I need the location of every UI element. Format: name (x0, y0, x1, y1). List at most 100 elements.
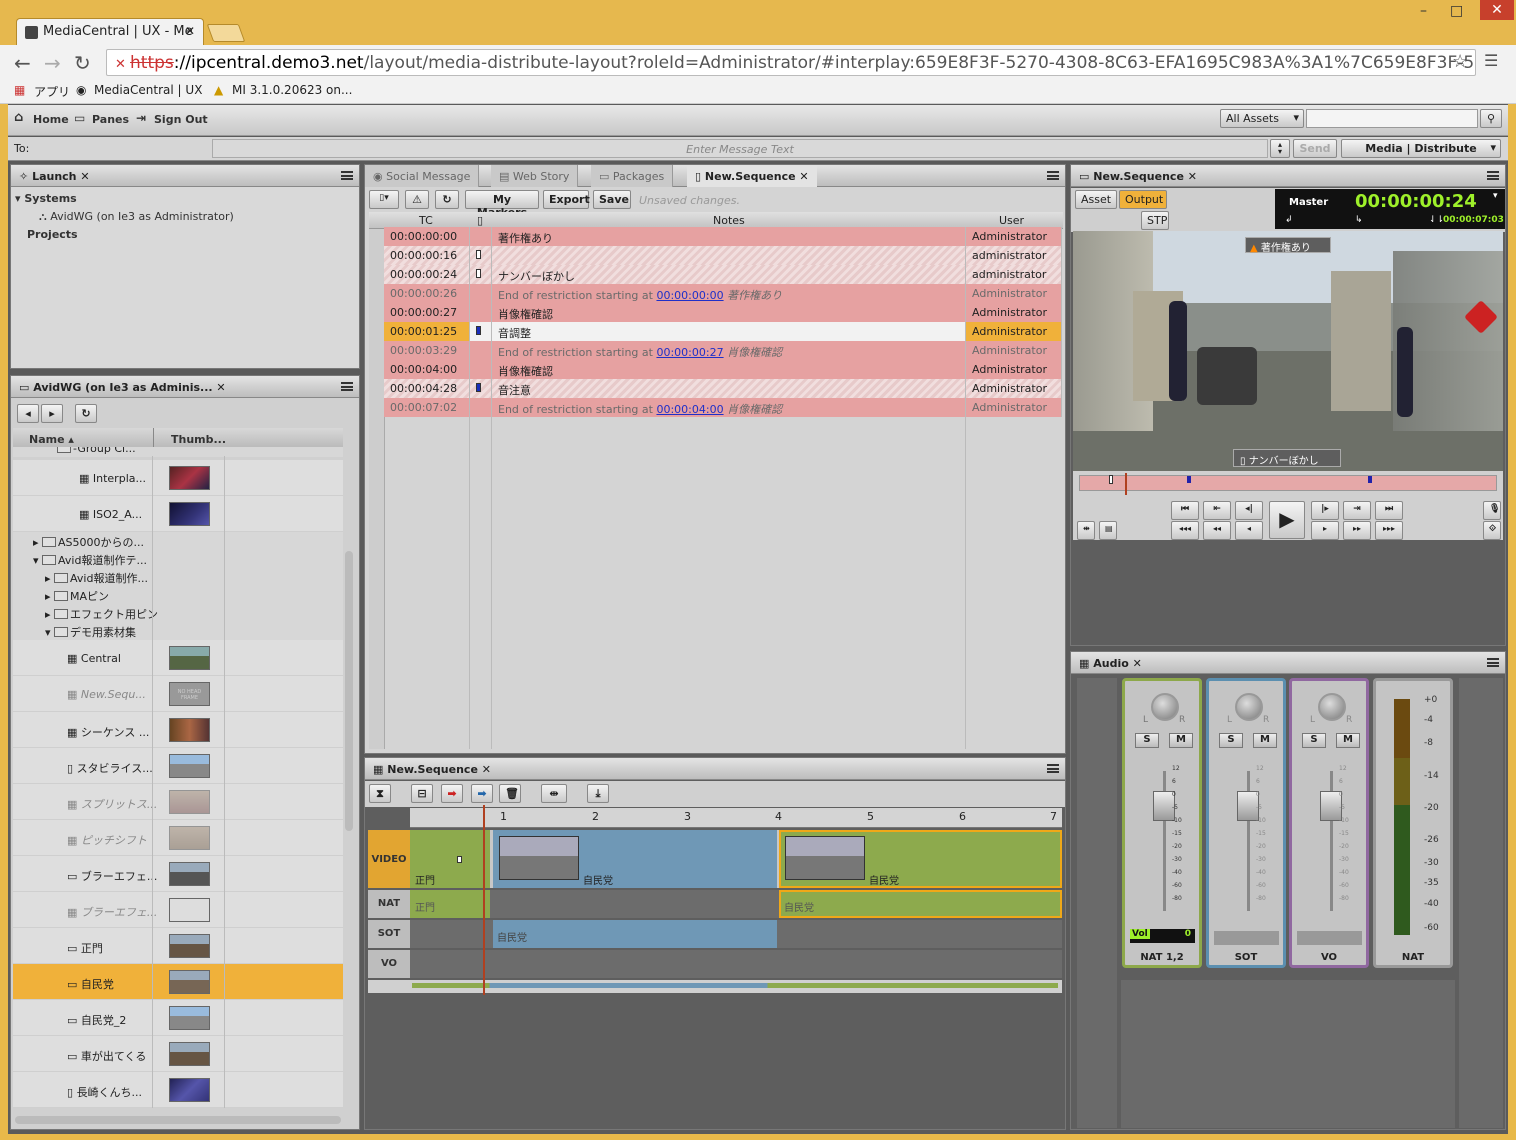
tab-audio[interactable]: ▦ Audio ✕ (1071, 652, 1150, 674)
minimize-icon[interactable]: – (1420, 3, 1427, 19)
pan-knob[interactable] (1235, 693, 1263, 721)
output-button[interactable]: Output (1119, 190, 1167, 209)
panel-menu-icon[interactable] (1047, 171, 1059, 180)
mark-in-out-icon[interactable]: ⊟ (411, 784, 433, 803)
message-stepper[interactable]: ▴ ▾ (1270, 139, 1290, 158)
marker-link[interactable]: 00:00:00:27 (656, 346, 723, 359)
marker-link[interactable]: 00:00:04:00 (656, 403, 723, 416)
systems-node[interactable]: ▾ Systems (15, 192, 77, 205)
list-item[interactable]: ▸ MAピン (13, 586, 343, 604)
track-label-sot[interactable]: SOT (368, 920, 410, 948)
track-label-vo[interactable]: VO (368, 950, 410, 978)
forward-slow-icon[interactable]: ▸ (1311, 521, 1339, 540)
fullscreen-icon[interactable]: ⟐ (1483, 521, 1501, 540)
sign-out-button[interactable]: Sign Out (154, 113, 208, 126)
rewind-slow-icon[interactable]: ◂ (1235, 521, 1263, 540)
tab-player[interactable]: ▭ New.Sequence ✕ (1071, 165, 1205, 187)
message-input[interactable]: Enter Message Text (212, 139, 1268, 158)
hold-icon[interactable]: ↻ (435, 190, 459, 209)
col-marker[interactable]: ▯ (477, 214, 483, 227)
bookmark-mi[interactable]: MI 3.1.0.20623 on... (232, 83, 352, 97)
list-item[interactable]: ▦ New.Sequ... NO HEAD FRAME (13, 676, 343, 712)
back-icon[interactable]: ◂ (17, 404, 39, 423)
marker-note[interactable]: 肖像権確認 (492, 303, 966, 322)
tab-bin[interactable]: ▭ AvidWG (on Ie3 as Adminis... ✕ (11, 376, 234, 398)
tab-timeline[interactable]: ▦ New.Sequence ✕ (365, 758, 499, 780)
marker-note[interactable]: ナンバーぼかし (492, 265, 966, 284)
table-row[interactable]: 00:00:01:25 音調整 Administrator (384, 322, 1062, 341)
table-row[interactable]: 00:00:00:00 著作権あり Administrator (384, 227, 1062, 246)
asset-button[interactable]: Asset (1075, 190, 1117, 209)
rewind-icon[interactable]: ◂◂ (1203, 521, 1231, 540)
microphone-icon[interactable]: 🎙 (1483, 501, 1501, 520)
table-row[interactable]: 00:00:04:28 音注意 Administrator (384, 379, 1062, 398)
track-vo[interactable]: VO (368, 950, 1062, 978)
forward-icon[interactable]: ▸▸ (1343, 521, 1371, 540)
new-tab-button[interactable] (206, 24, 246, 42)
list-item[interactable]: ▯ 長崎くんち... (13, 1072, 343, 1108)
table-row[interactable]: 00:00:07:02 End of restriction starting a… (384, 398, 1062, 417)
list-item-selected[interactable]: ▭ 自民党 (13, 964, 343, 1000)
track-sot[interactable]: SOT 自民党 (368, 920, 1062, 948)
timeline-overview[interactable] (368, 980, 1062, 993)
forward-icon[interactable]: ▸ (41, 404, 63, 423)
list-item[interactable]: ▸ エフェクト用ピン (13, 604, 343, 622)
list-item[interactable]: ▦ ピッチシフト (13, 820, 343, 856)
warning-icon[interactable]: ⚠ (405, 190, 429, 209)
sequence-icon[interactable]: ⧗ (369, 784, 391, 803)
reload-icon[interactable]: ↻ (74, 51, 91, 75)
search-scope-select[interactable]: All Assets ▾ (1220, 109, 1304, 128)
list-item[interactable]: ▸ AS5000からの... (13, 532, 343, 550)
tab-web-story[interactable]: ▤ Web Story (491, 165, 579, 187)
system-item[interactable]: ⛬ AvidWG (on Ie3 as Administrator) (39, 210, 234, 224)
list-item[interactable]: ▦ ISO2_A... (13, 496, 343, 532)
play-button[interactable]: ▶ (1269, 501, 1305, 539)
solo-button[interactable]: S (1219, 733, 1243, 748)
list-item[interactable]: ▦ ブラーエフェ... (13, 892, 343, 928)
list-item[interactable]: ▭ 自民党_2 (13, 1000, 343, 1036)
table-row[interactable]: 00:00:00:16 administrator (384, 246, 1062, 265)
address-bar[interactable]: ✕ https://ipcentral.demo3.net/layout/med… (106, 49, 1476, 76)
clip-nat-b[interactable]: 自民党 (779, 890, 1062, 918)
loop-icon[interactable]: ⇹ (1077, 521, 1095, 540)
clip-video-b[interactable]: 自民党 (493, 830, 777, 888)
list-item[interactable]: ▦ Central (13, 640, 343, 676)
my-markers-button[interactable]: My Markers (465, 190, 539, 219)
list-item[interactable]: ▯ スタビライス... (13, 748, 343, 784)
marker-note[interactable]: End of restriction starting at 00:00:04:… (492, 398, 966, 417)
list-item[interactable]: ▭ ブラーエフェ... (13, 856, 343, 892)
search-input[interactable] (1306, 109, 1478, 128)
marker-note[interactable]: 音注意 (492, 379, 966, 398)
download-icon[interactable]: ⤓ (587, 784, 609, 803)
browser-tab[interactable]: MediaCentral | UX - Me ✕ (16, 18, 204, 45)
search-icon[interactable]: ⚲ (1480, 109, 1502, 128)
solo-button[interactable]: S (1135, 733, 1159, 748)
step-back-icon[interactable]: ◂| (1235, 501, 1263, 520)
list-item[interactable]: ▭ 車が出てくる (13, 1036, 343, 1072)
playhead[interactable] (483, 805, 485, 995)
audio-scrub-icon[interactable]: ▤ (1099, 521, 1117, 540)
list-item[interactable]: ▾ Avid報道制作テ... (13, 550, 343, 568)
track-label-nat[interactable]: NAT (368, 890, 410, 918)
pan-knob[interactable] (1151, 693, 1179, 721)
panel-menu-icon[interactable] (1047, 764, 1059, 773)
rewind-fast-icon[interactable]: ◂◂◂ (1171, 521, 1199, 540)
clip-video-a[interactable]: 正門 (410, 830, 490, 888)
panel-menu-icon[interactable] (1487, 658, 1499, 667)
bookmark-apps[interactable]: アプリ (34, 83, 70, 100)
list-item[interactable]: ▦ スプリットス... (13, 784, 343, 820)
pan-knob[interactable] (1318, 693, 1346, 721)
mute-button[interactable]: M (1169, 733, 1193, 748)
table-row[interactable]: 00:00:00:24 ナンバーぼかし administrator (384, 265, 1062, 284)
mute-button[interactable]: M (1253, 733, 1277, 748)
marker-note[interactable]: 著作権あり (492, 227, 966, 246)
marker-note[interactable]: End of restriction starting at 00:00:00:… (492, 341, 966, 360)
solo-button[interactable]: S (1302, 733, 1326, 748)
marker-color-select[interactable]: ▯▾ (369, 190, 399, 209)
col-tc[interactable]: TC (419, 214, 433, 227)
table-row[interactable]: 00:00:03:29 End of restriction starting a… (384, 341, 1062, 360)
col-user[interactable]: User (999, 214, 1024, 227)
mute-button[interactable]: M (1336, 733, 1360, 748)
marker-note[interactable]: 音調整 (492, 322, 966, 341)
col-thumb[interactable]: Thumb... (171, 433, 226, 446)
